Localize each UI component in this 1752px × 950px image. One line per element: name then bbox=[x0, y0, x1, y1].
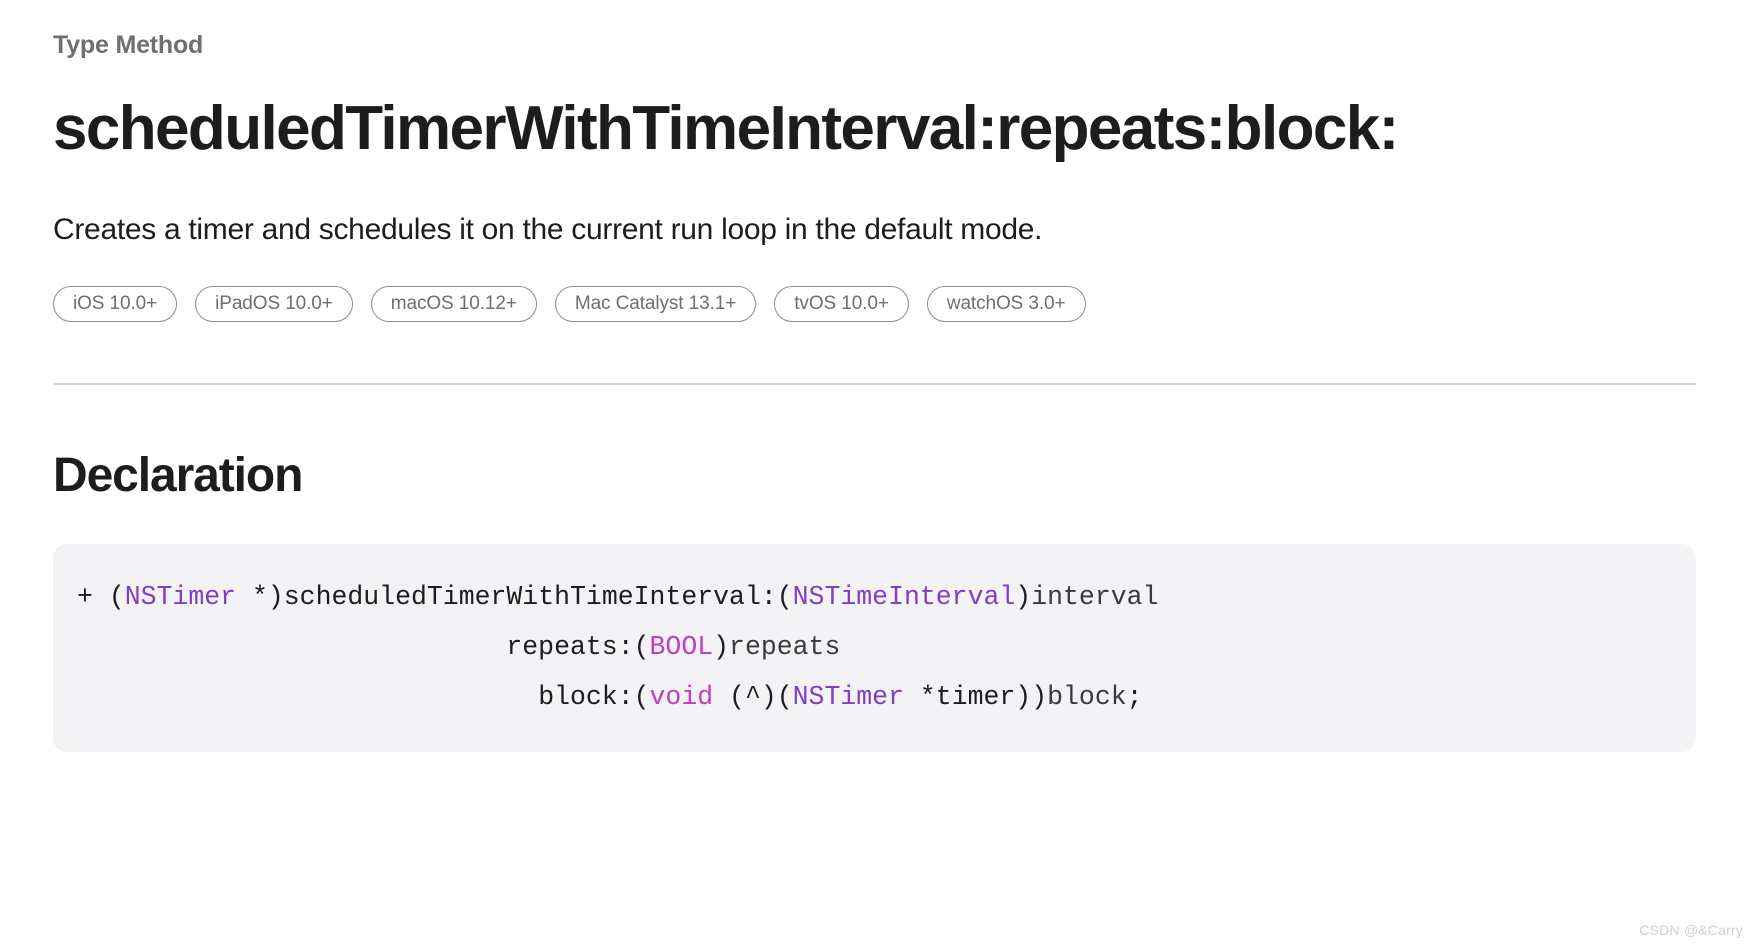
code-token-punct: *timer)) bbox=[903, 681, 1048, 712]
code-token-plain: block bbox=[1047, 681, 1127, 712]
watermark: CSDN @&Carry bbox=[1639, 922, 1743, 938]
code-token-punct: ) bbox=[713, 631, 730, 662]
declaration-code-block: + (NSTimer *)scheduledTimerWithTimeInter… bbox=[53, 543, 1696, 752]
code-token-plain: repeats bbox=[729, 631, 841, 662]
code-token-punct: ( bbox=[108, 581, 125, 612]
availability-badge-list: iOS 10.0+ iPadOS 10.0+ macOS 10.12+ Mac Cat… bbox=[53, 285, 1696, 322]
symbol-abstract: Creates a timer and schedules it on the … bbox=[53, 212, 1043, 246]
code-token-type: NSTimeInterval bbox=[792, 581, 1016, 612]
code-token-keyword: void bbox=[649, 681, 714, 712]
symbol-kind-eyebrow: Type Method bbox=[53, 31, 204, 59]
code-token-plain: interval bbox=[1031, 581, 1159, 612]
code-token-punct: ( bbox=[633, 631, 650, 662]
page-content: Type Method scheduledTimerWithTimeInterv… bbox=[53, 0, 1696, 752]
page-title: scheduledTimerWithTimeInterval:repeats:b… bbox=[53, 94, 1399, 163]
availability-badge: iPadOS 10.0+ bbox=[195, 285, 353, 322]
code-line: + (NSTimer *)scheduledTimerWithTimeInter… bbox=[53, 572, 1696, 622]
availability-badge: iOS 10.0+ bbox=[53, 285, 178, 322]
code-token-ident: repeats: bbox=[506, 631, 634, 662]
code-token-punct: ) bbox=[1015, 581, 1032, 612]
code-token-punct: ; bbox=[1126, 681, 1143, 712]
code-token-ident: scheduledTimerWithTimeInterval: bbox=[283, 581, 777, 612]
code-token-punct: ( bbox=[633, 681, 650, 712]
code-line: repeats:(BOOL)repeats bbox=[53, 622, 1696, 672]
code-token-type: NSTimer bbox=[792, 681, 904, 712]
code-token-punct: + bbox=[77, 581, 109, 612]
code-token-punct: ( bbox=[776, 581, 793, 612]
code-line: block:(void (^)(NSTimer *timer))block; bbox=[53, 672, 1696, 722]
availability-badge: watchOS 3.0+ bbox=[926, 285, 1086, 322]
availability-badge: macOS 10.12+ bbox=[370, 285, 537, 322]
code-token-keyword: BOOL bbox=[649, 631, 714, 662]
section-divider bbox=[53, 382, 1696, 385]
declaration-section-heading: Declaration bbox=[53, 448, 303, 502]
availability-badge: tvOS 10.0+ bbox=[774, 285, 909, 322]
availability-badge: Mac Catalyst 13.1+ bbox=[554, 285, 757, 322]
code-token-punct: *) bbox=[236, 581, 284, 612]
code-token-type: NSTimer bbox=[124, 581, 237, 612]
code-token-ident: block: bbox=[538, 681, 634, 712]
code-token-punct: (^)( bbox=[713, 681, 793, 712]
documentation-page: Type Method scheduledTimerWithTimeInterv… bbox=[0, 0, 1752, 950]
